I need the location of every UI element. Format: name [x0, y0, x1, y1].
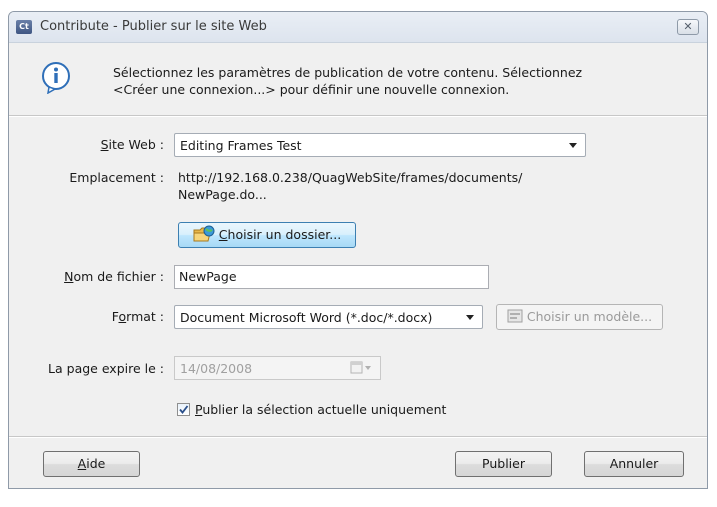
top-separator	[9, 115, 707, 117]
filename-field[interactable]	[174, 265, 489, 289]
info-icon	[42, 62, 70, 94]
intro-text: Sélectionnez les paramètres de publicati…	[113, 64, 633, 98]
intro-line-1: Sélectionnez les paramètres de publicati…	[113, 65, 583, 80]
contribute-app-icon: Ct	[16, 20, 32, 34]
help-button[interactable]: Aide	[43, 451, 140, 477]
chevron-down-icon	[569, 143, 577, 148]
expiry-date-value: 14/08/2008	[180, 361, 253, 376]
template-icon	[507, 309, 523, 323]
publish-button[interactable]: Publier	[455, 451, 552, 477]
window-title: Contribute - Publier sur le site Web	[40, 19, 267, 34]
choose-template-button[interactable]: Choisir un modèle...	[496, 304, 663, 330]
bottom-separator	[9, 436, 707, 438]
close-button[interactable]: ✕	[677, 19, 699, 35]
expiry-date-picker[interactable]: 14/08/2008	[174, 356, 381, 380]
format-label: Format :	[111, 309, 164, 324]
location-value: http://192.168.0.238/QuagWebSite/frames/…	[178, 169, 522, 203]
site-web-dropdown[interactable]: Editing Frames Test	[174, 133, 586, 157]
chevron-down-icon	[466, 315, 474, 320]
calendar-icon	[350, 361, 371, 374]
site-web-selected: Editing Frames Test	[180, 138, 302, 153]
publish-selection-label[interactable]: Publier la sélection actuelle uniquement	[195, 401, 446, 418]
site-web-label: Site Web :	[100, 137, 164, 152]
location-line-1: http://192.168.0.238/QuagWebSite/frames/…	[178, 170, 523, 185]
format-dropdown[interactable]: Document Microsoft Word (*.doc/*.docx)	[174, 305, 483, 329]
intro-line-2: <Créer une connexion...> pour définir un…	[113, 82, 510, 97]
filename-input[interactable]	[179, 269, 477, 284]
location-line-2: NewPage.do...	[178, 187, 267, 202]
folder-globe-icon	[193, 225, 215, 242]
publish-dialog: Ct Contribute - Publier sur le site Web …	[8, 11, 708, 489]
cancel-button[interactable]: Annuler	[584, 451, 684, 477]
location-label: Emplacement :	[69, 170, 164, 185]
publish-selection-checkbox[interactable]	[177, 403, 190, 416]
format-selected: Document Microsoft Word (*.doc/*.docx)	[180, 310, 433, 325]
checkmark-icon	[179, 405, 189, 414]
title-bar[interactable]: Ct Contribute - Publier sur le site Web …	[9, 12, 707, 43]
choose-folder-button[interactable]: Choisir un dossier...	[178, 222, 356, 248]
filename-label: Nom de fichier :	[64, 269, 164, 284]
expiry-label: La page expire le :	[48, 361, 164, 376]
